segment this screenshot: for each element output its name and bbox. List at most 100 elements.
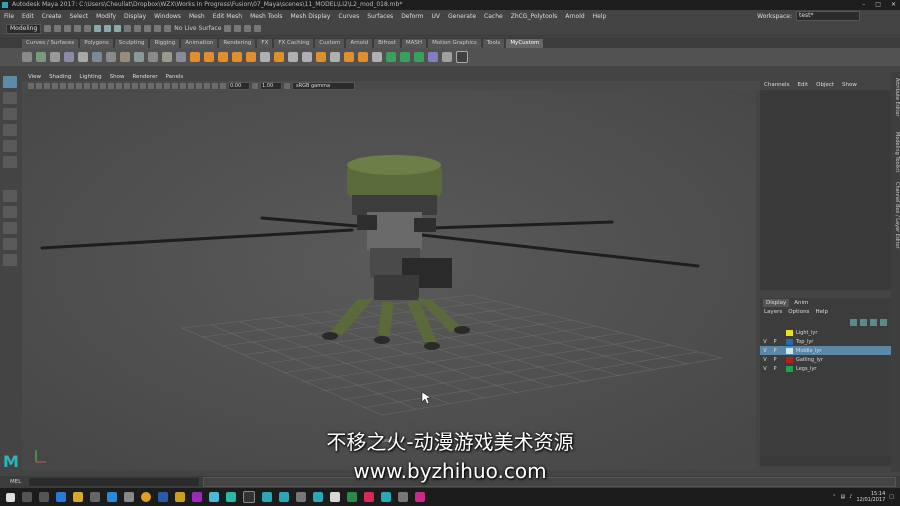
layer-playback-toggle[interactable]: P [770,366,780,372]
shelf-tab-fx[interactable]: FX [257,39,273,48]
mail-icon[interactable] [107,492,117,502]
anti-aliasing-icon[interactable] [188,82,194,89]
bookmark-icon[interactable] [44,82,50,89]
gamma-icon[interactable] [252,82,258,89]
shelf-tool-icon[interactable] [134,52,144,62]
shelf-tool-icon[interactable] [148,52,158,62]
shelf-tool-icon[interactable] [302,52,312,62]
menu-modify[interactable]: Modify [96,13,116,20]
maya-icon[interactable] [313,492,323,502]
shelf-tab-bifrost[interactable]: Bifrost [374,39,400,48]
shelf-tool-icon[interactable] [330,52,340,62]
cube-icon[interactable] [204,52,214,62]
tab-attribute-editor[interactable]: Attribute Editor [891,78,900,116]
notifications-icon[interactable]: □ [889,494,894,500]
panel-menu-view[interactable]: View [28,74,41,80]
volume-icon[interactable]: ♪ [849,494,852,500]
app-icon[interactable] [364,492,374,502]
shelf-tool-icon[interactable] [162,52,172,62]
shelf-tab-sculpting[interactable]: Sculpting [114,39,149,48]
lasso-tool-icon[interactable] [3,92,17,104]
shelf-tab-animation[interactable]: Animation [181,39,218,48]
layer-color-swatch[interactable] [786,356,793,363]
menu-deform[interactable]: Deform [401,13,423,20]
layer-row[interactable]: Light_lyr [760,328,891,337]
maya-icon[interactable] [381,492,391,502]
layer-color-swatch[interactable] [786,338,793,345]
layer-visibility-toggle[interactable]: V [760,348,770,354]
menu-uv[interactable]: UV [432,13,441,20]
layer-playback-toggle[interactable]: P [770,339,780,345]
tab-modeling-toolkit[interactable]: Modeling Toolkit [891,132,900,172]
new-layer-selected-icon[interactable] [880,318,887,326]
shelf-tab-fx-caching[interactable]: FX Caching [274,39,314,48]
shelf-tool-icon[interactable] [22,52,32,62]
color-management-icon[interactable] [284,82,290,89]
textured-icon[interactable] [148,82,154,89]
panel-menu-show[interactable]: Show [110,74,125,80]
app-icon[interactable] [398,492,408,502]
move-tool-icon[interactable] [3,124,17,136]
shelf-tab-arnold[interactable]: Arnold [346,39,373,48]
menu-mesh-tools[interactable]: Mesh Tools [250,13,282,20]
illustrator-icon[interactable] [175,492,185,502]
ipr-render-icon[interactable] [234,25,242,32]
layer-tab-display[interactable]: Display [763,299,790,307]
edge-icon[interactable] [56,492,66,502]
network-icon[interactable]: ▤ [841,494,846,500]
camera-attributes-icon[interactable] [36,82,42,89]
ambient-occlusion-icon[interactable] [172,82,178,89]
maya-icon[interactable] [279,492,289,502]
menu-edit[interactable]: Edit [22,13,34,20]
select-component-icon[interactable] [114,25,122,32]
cube-icon[interactable] [274,52,284,62]
smooth-shade-icon[interactable] [124,82,130,89]
depth-of-field-icon[interactable] [196,82,202,89]
shelf-tab-tools[interactable]: Tools [482,39,505,48]
minimize-icon[interactable]: – [862,0,865,10]
panel-menu-lighting[interactable]: Lighting [79,74,101,80]
channel-menu-channels[interactable]: Channels [764,82,789,88]
shelf-tool-icon[interactable] [428,52,438,62]
panel-menu-renderer[interactable]: Renderer [132,74,157,80]
app-icon[interactable] [415,492,425,502]
snap-view-plane-icon[interactable] [154,25,162,32]
menu-arnold[interactable]: Arnold [565,13,584,20]
menu-file[interactable]: File [4,13,14,20]
hypershade-icon[interactable] [254,25,262,32]
menu-help[interactable]: Help [593,13,607,20]
motion-blur-icon[interactable] [180,82,186,89]
isolate-select-icon[interactable] [204,82,210,89]
panel-menu-panels[interactable]: Panels [166,74,184,80]
render-settings-icon[interactable] [244,25,252,32]
shadows-icon[interactable] [164,82,170,89]
shelf-tab-mycustom[interactable]: MyCustom [506,39,544,48]
tab-channel-box-layer-editor[interactable]: Channel Box / Layer Editor [891,182,900,249]
menu-display[interactable]: Display [124,13,146,20]
app-icon[interactable] [226,492,236,502]
shelf-tool-icon[interactable] [288,52,298,62]
store-icon[interactable] [90,492,100,502]
app-icon[interactable] [347,492,357,502]
substance-icon[interactable] [209,492,219,502]
layer-color-swatch[interactable] [786,365,793,372]
select-object-icon[interactable] [104,25,112,32]
layer-playback-toggle[interactable]: P [770,348,780,354]
chrome-icon[interactable] [141,492,151,502]
safe-action-icon[interactable] [100,82,106,89]
close-icon[interactable]: ✕ [891,0,896,10]
file-explorer-icon[interactable] [73,492,83,502]
resolution-gate-icon[interactable] [76,82,82,89]
rotate-tool-icon[interactable] [3,140,17,152]
app-icon[interactable] [296,492,306,502]
menu-windows[interactable]: Windows [154,13,181,20]
task-view-icon[interactable] [39,492,49,502]
menu-create[interactable]: Create [42,13,62,20]
bridge-icon[interactable] [414,52,424,62]
two-view-layout-icon[interactable] [3,238,17,250]
outliner-layout-icon[interactable] [3,254,17,266]
layer-menu-layers[interactable]: Layers [764,309,782,315]
channel-menu-object[interactable]: Object [816,82,834,88]
layer-row[interactable]: V P Top_lyr [760,337,891,346]
cube-icon[interactable] [246,52,256,62]
